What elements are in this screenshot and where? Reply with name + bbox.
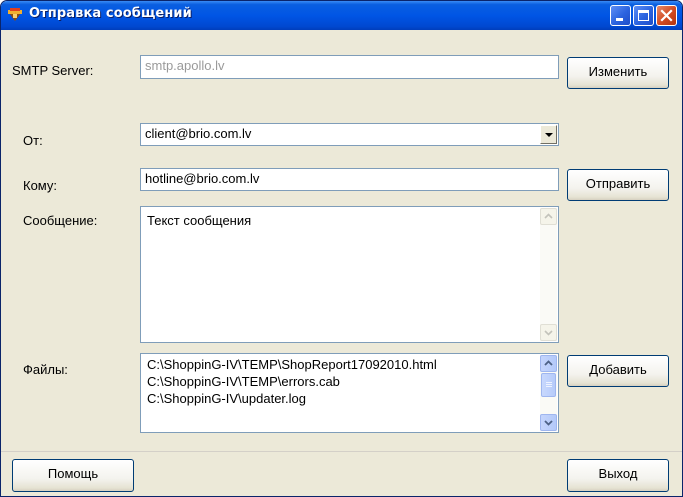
message-scrollbar[interactable] bbox=[540, 208, 557, 341]
grip-line bbox=[546, 384, 552, 385]
chevron-down-icon bbox=[544, 330, 553, 336]
minimize-button[interactable] bbox=[610, 5, 631, 26]
to-label: Кому: bbox=[23, 178, 57, 193]
smtp-server-field: smtp.apollo.lv bbox=[140, 55, 559, 79]
add-file-button-label: Добавить bbox=[589, 362, 647, 377]
files-listbox[interactable]: C:\ShoppinG-IV\TEMP\ShopReport17092010.h… bbox=[140, 353, 559, 433]
chevron-down-icon bbox=[545, 133, 553, 137]
window-title: Отправка сообщений bbox=[29, 6, 192, 21]
send-button-label: Отправить bbox=[585, 176, 651, 191]
from-value: client@brio.com.lv bbox=[145, 126, 252, 141]
files-scroll-up-button[interactable] bbox=[540, 355, 557, 372]
message-scroll-up-button[interactable] bbox=[540, 208, 557, 225]
minimize-icon bbox=[616, 18, 623, 21]
files-label: Файлы: bbox=[23, 362, 68, 377]
list-item[interactable]: C:\ShoppinG-IV\TEMP\ShopReport17092010.h… bbox=[147, 357, 437, 372]
chevron-up-icon bbox=[544, 360, 553, 366]
title-bar[interactable]: Отправка сообщений bbox=[1, 1, 682, 30]
close-button[interactable] bbox=[656, 5, 677, 26]
message-label: Сообщение: bbox=[23, 213, 98, 228]
exit-button-label: Выход bbox=[598, 466, 638, 481]
files-scrollbar[interactable] bbox=[540, 355, 557, 431]
mail-app-icon bbox=[8, 8, 22, 21]
from-label: От: bbox=[23, 133, 43, 148]
help-button[interactable]: Помощь bbox=[12, 459, 134, 492]
help-button-label: Помощь bbox=[47, 466, 99, 481]
smtp-server-label: SMTP Server: bbox=[12, 63, 94, 78]
message-scroll-down-button[interactable] bbox=[540, 324, 557, 341]
chevron-down-icon bbox=[544, 420, 553, 426]
chevron-up-icon bbox=[544, 213, 553, 219]
to-field[interactable]: hotline@brio.com.lv bbox=[140, 168, 559, 191]
footer-divider bbox=[1, 451, 682, 452]
list-item[interactable]: C:\ShoppinG-IV\updater.log bbox=[147, 391, 306, 406]
add-file-button[interactable]: Добавить bbox=[567, 355, 669, 387]
list-item[interactable]: C:\ShoppinG-IV\TEMP\errors.cab bbox=[147, 374, 340, 389]
message-value: Текст сообщения bbox=[147, 213, 252, 228]
from-dropdown-button[interactable] bbox=[540, 125, 557, 144]
grip-line bbox=[546, 382, 552, 383]
files-scroll-down-button[interactable] bbox=[540, 414, 557, 431]
to-value: hotline@brio.com.lv bbox=[145, 171, 260, 186]
maximize-button[interactable] bbox=[633, 5, 654, 26]
change-smtp-button-label: Изменить bbox=[588, 64, 648, 79]
send-button[interactable]: Отправить bbox=[567, 169, 669, 201]
smtp-server-value: smtp.apollo.lv bbox=[145, 58, 225, 73]
change-smtp-button[interactable]: Изменить bbox=[567, 57, 669, 89]
grip-line bbox=[546, 386, 552, 387]
maximize-icon bbox=[638, 10, 649, 21]
close-icon bbox=[660, 9, 673, 22]
message-textarea[interactable]: Текст сообщения bbox=[140, 206, 559, 343]
from-combobox[interactable]: client@brio.com.lv bbox=[140, 123, 559, 146]
mail-dialog-window: Отправка сообщений SMTP Server: smtp.apo… bbox=[0, 0, 683, 497]
exit-button[interactable]: Выход bbox=[567, 459, 669, 492]
files-scroll-thumb[interactable] bbox=[541, 373, 556, 397]
